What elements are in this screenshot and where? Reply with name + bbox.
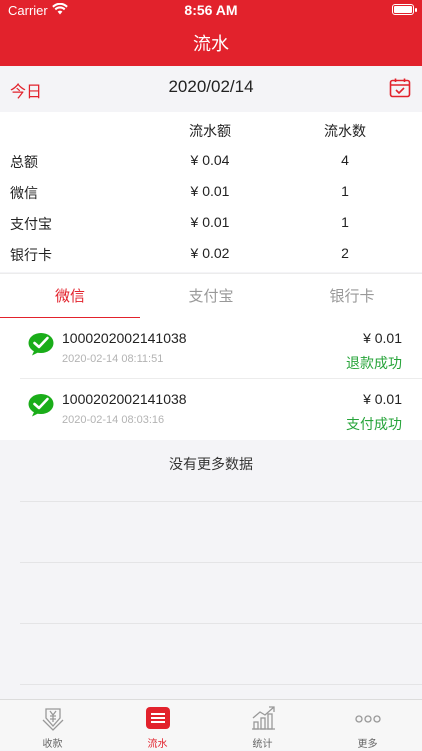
transaction-status: 退款成功 xyxy=(346,356,402,372)
transaction-status: 支付成功 xyxy=(346,417,402,433)
tab-bankcard[interactable]: 银行卡 xyxy=(282,274,422,319)
summary-row-label: 总额 xyxy=(10,155,38,171)
tabbar-label: 流水 xyxy=(147,739,168,750)
chart-growth-icon xyxy=(250,705,276,731)
tab-label: 银行卡 xyxy=(329,287,375,305)
no-more-data-label: 没有更多数据 xyxy=(169,457,253,473)
summary-row-count: 1 xyxy=(341,214,349,230)
tabbar-item-stats[interactable]: 统计 xyxy=(210,700,315,751)
selected-date: 2020/02/14 xyxy=(168,77,254,96)
summary-row-count: 4 xyxy=(341,152,349,168)
summary-row-amount: ¥ 0.01 xyxy=(190,214,230,230)
summary-row-label: 微信 xyxy=(10,186,38,202)
summary-row-amount: ¥ 0.01 xyxy=(190,183,230,199)
transaction-amount: ¥ 0.01 xyxy=(363,330,402,346)
tabbar-label: 更多 xyxy=(357,739,378,750)
list-icon xyxy=(145,705,171,731)
tab-label: 微信 xyxy=(54,287,85,305)
bottom-tab-bar: 收款 流水 统计 更多 xyxy=(0,699,422,750)
tabbar-label: 统计 xyxy=(252,739,273,750)
column-header-amount: 流水额 xyxy=(189,124,231,140)
transaction-id: 1000202002141038 xyxy=(62,330,187,346)
summary-row-count: 1 xyxy=(341,183,349,199)
tab-wechat[interactable]: 微信 xyxy=(0,274,140,319)
column-header-count: 流水数 xyxy=(324,124,366,140)
transaction-id: 1000202002141038 xyxy=(62,391,187,407)
tabbar-item-receive[interactable]: 收款 xyxy=(0,700,105,751)
summary-row-label: 银行卡 xyxy=(10,248,52,264)
tabbar-label: 收款 xyxy=(42,739,63,750)
tab-alipay[interactable]: 支付宝 xyxy=(141,274,281,319)
summary-table: 流水额 流水数 总额 ¥ 0.04 4 微信 ¥ 0.01 1 支付宝 ¥ 0.… xyxy=(0,112,422,272)
tabbar-item-more[interactable]: 更多 xyxy=(315,700,420,751)
transaction-amount: ¥ 0.01 xyxy=(363,391,402,407)
page-title: 流水 xyxy=(193,34,229,55)
status-bar: Carrier 8:56 AM xyxy=(0,0,422,22)
battery-icon xyxy=(392,4,417,15)
summary-row-total: 总额 ¥ 0.04 4 xyxy=(0,146,422,177)
calendar-check-icon[interactable] xyxy=(388,76,412,104)
transaction-row[interactable]: 1000202002141038 2020-02-14 08:11:51 ¥ 0… xyxy=(0,318,422,379)
transaction-row[interactable]: 1000202002141038 2020-02-14 08:03:16 ¥ 0… xyxy=(0,379,422,440)
summary-row-amount: ¥ 0.04 xyxy=(190,152,230,168)
empty-row-divider xyxy=(20,501,422,502)
summary-row-label: 支付宝 xyxy=(10,217,52,233)
yuan-receive-icon xyxy=(40,705,66,731)
empty-row-divider xyxy=(20,684,422,685)
summary-row-bankcard: 银行卡 ¥ 0.02 2 xyxy=(0,239,422,270)
empty-row-divider xyxy=(20,623,422,624)
transaction-time: 2020-02-14 08:03:16 xyxy=(62,414,165,426)
empty-row-divider xyxy=(20,562,422,563)
summary-row-alipay: 支付宝 ¥ 0.01 1 xyxy=(0,208,422,239)
date-bar: 今日 2020/02/14 xyxy=(0,66,422,112)
status-time: 8:56 AM xyxy=(184,2,238,18)
transaction-list: 1000202002141038 2020-02-14 08:11:51 ¥ 0… xyxy=(0,318,422,440)
wechat-pay-icon xyxy=(28,332,54,360)
payment-type-tabs: 微信 支付宝 银行卡 xyxy=(0,273,422,319)
tab-label: 支付宝 xyxy=(188,287,234,305)
summary-row-count: 2 xyxy=(341,245,349,261)
tabbar-item-flow[interactable]: 流水 xyxy=(105,700,210,751)
summary-row-wechat: 微信 ¥ 0.01 1 xyxy=(0,177,422,208)
transaction-time: 2020-02-14 08:11:51 xyxy=(62,353,164,365)
summary-row-amount: ¥ 0.02 xyxy=(190,245,230,261)
summary-header-row: 流水额 流水数 xyxy=(0,115,422,146)
app-header: Carrier 8:56 AM 流水 xyxy=(0,0,422,66)
wechat-pay-icon xyxy=(28,393,54,421)
more-dots-icon xyxy=(355,705,381,731)
